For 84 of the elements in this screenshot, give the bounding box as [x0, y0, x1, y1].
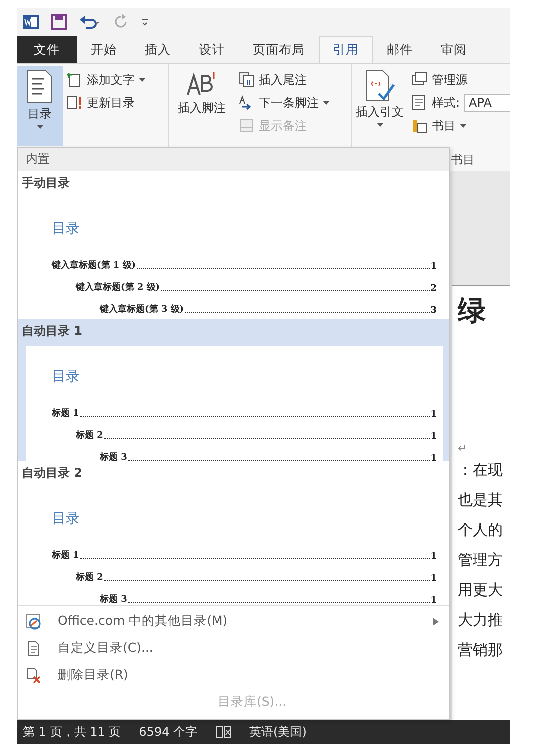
entry-text: 键入章标题(第 3 级) — [100, 303, 184, 316]
entry-text: 标题 1 — [52, 408, 80, 420]
caret-icon — [460, 124, 467, 128]
entry-text: 键入章标题(第 2 级) — [76, 281, 160, 294]
word-count: 6594 个字 — [139, 724, 198, 740]
page-number: 3 — [430, 306, 437, 316]
language[interactable]: 英语(美国) — [250, 724, 307, 740]
page-number: 1 — [430, 262, 437, 272]
page-count: 第 1 页，共 11 页 — [23, 724, 122, 740]
toc-title: 目录 — [52, 220, 81, 238]
menu-item[interactable]: 自定义目录(C)... — [18, 635, 449, 662]
page-number: 1 — [430, 410, 437, 420]
footnote-icon — [186, 70, 218, 98]
bibliography-button[interactable]: 书目 — [412, 116, 510, 136]
style-label: 样式: — [432, 94, 460, 112]
ribbon-tab[interactable]: 插入 — [131, 36, 185, 63]
entry-text: 标题 1 — [52, 550, 80, 562]
ribbon-tab[interactable]: 文件 — [17, 36, 77, 63]
citation-icon — [365, 70, 395, 102]
toc-gallery-item[interactable]: 自动目录 2 目录 标题 1 1 标题 2 1 标题 3 1 — [18, 461, 449, 603]
gallery-title: 自动目录 2 — [22, 465, 84, 482]
toc-title: 目录 — [52, 510, 81, 528]
insert-citation-button[interactable]: 插入引文 — [352, 66, 408, 146]
undo-icon — [79, 14, 101, 30]
ribbon-button[interactable]: 更新目录 — [67, 93, 146, 113]
document-text: 个人的 — [458, 520, 504, 541]
menu-header: 内置 — [26, 151, 50, 168]
ribbon-tab[interactable]: 页面布局 — [239, 36, 319, 63]
menu-item[interactable]: Office.com 中的其他目录(M) — [18, 608, 449, 635]
entry-text: 标题 3 — [100, 452, 128, 464]
page-number: 2 — [430, 284, 437, 294]
page-number: 1 — [430, 432, 437, 442]
update-icon — [67, 95, 83, 111]
entry-text: 标题 2 — [76, 430, 104, 442]
endnote-icon — [239, 72, 255, 88]
word-logo-icon — [23, 14, 39, 30]
gallery-title: 自动目录 1 — [22, 323, 84, 340]
document-text: 用更大 — [458, 580, 504, 601]
remove-document-icon — [26, 668, 42, 684]
sources-icon — [412, 72, 428, 88]
ribbon-button[interactable]: 插入尾注 — [239, 70, 330, 90]
ribbon-tab[interactable]: 邮件 — [373, 36, 427, 63]
bibliography-icon — [412, 118, 428, 134]
page-number: 1 — [430, 552, 437, 562]
toc-icon — [27, 70, 53, 104]
caret-icon — [376, 123, 384, 127]
toc-title: 目录 — [52, 368, 81, 386]
toc-button[interactable]: 目录 — [17, 66, 63, 146]
show-notes-icon — [239, 118, 255, 134]
insert-footnote-button[interactable]: 插入脚注 — [169, 66, 235, 146]
ribbon-tab[interactable]: 开始 — [77, 36, 131, 63]
document-heading: 绿 — [458, 293, 487, 329]
ribbon-button[interactable]: 下一条脚注 — [239, 93, 330, 113]
style-field[interactable]: APA — [464, 94, 510, 112]
document-text: 营销那 — [458, 640, 504, 661]
page-number: 1 — [430, 454, 437, 464]
entry-text: 标题 3 — [100, 594, 128, 606]
document-text: 也是其 — [458, 490, 504, 511]
globe-icon — [26, 614, 42, 630]
group-label: 书目 — [451, 152, 475, 168]
ribbon-tab[interactable]: 引用 — [319, 36, 373, 63]
paragraph-mark: ↵ — [458, 442, 468, 455]
ribbon-button[interactable]: 添加文字 — [67, 70, 146, 90]
caret-icon — [36, 125, 44, 129]
book-icon — [216, 724, 232, 740]
entry-text: 标题 2 — [76, 572, 104, 584]
page-number: 1 — [430, 596, 437, 606]
document-text: 大力推 — [458, 610, 504, 631]
save-icon — [51, 14, 67, 30]
toc-gallery-item[interactable]: 手动目录 目录 键入章标题(第 1 级) 1 键入章标题(第 2 级) 2 键入章标题(第 3 级) 3 — [18, 171, 449, 319]
page-number: 1 — [430, 574, 437, 584]
ribbon-tab[interactable]: 设计 — [185, 36, 239, 63]
toc-gallery-item[interactable]: 自动目录 1 目录 标题 1 1 标题 2 1 标题 3 1 — [18, 319, 449, 461]
entry-text: 键入章标题(第 1 级) — [52, 259, 136, 272]
manage-sources-button[interactable]: 管理源 — [412, 70, 510, 90]
document-icon — [26, 640, 42, 656]
document-text: ：在现 — [458, 460, 504, 481]
menu-item[interactable]: 删除目录(R) — [18, 662, 449, 689]
style-icon — [412, 95, 428, 111]
document-text: 管理方 — [458, 550, 504, 571]
ribbon-tab[interactable]: 审阅 — [427, 36, 481, 63]
redo-icon — [113, 14, 129, 30]
gallery-title: 手动目录 — [22, 175, 71, 192]
add-text-icon — [67, 72, 83, 88]
